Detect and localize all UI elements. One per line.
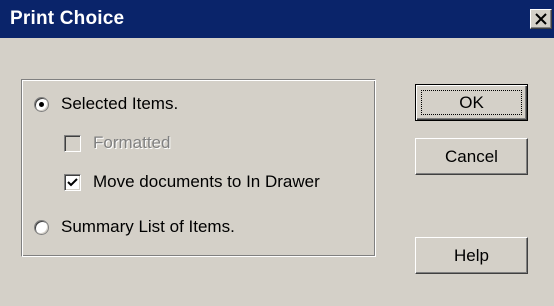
summary-list-radio-indicator[interactable] (34, 219, 49, 235)
checkmark-icon (67, 177, 78, 186)
help-button-label: Help (454, 245, 489, 265)
close-icon (535, 13, 547, 25)
cancel-button-label: Cancel (445, 146, 498, 166)
cancel-button[interactable]: Cancel (415, 138, 528, 175)
close-button[interactable] (530, 9, 552, 29)
move-documents-checkbox[interactable]: Move documents to In Drawer (64, 172, 320, 192)
selected-items-radio[interactable]: Selected Items. (34, 94, 178, 114)
selected-items-label: Selected Items. (61, 94, 179, 113)
move-documents-checkbox-box[interactable] (64, 173, 81, 191)
formatted-checkbox[interactable]: Formatted (64, 133, 170, 153)
summary-list-radio[interactable]: Summary List of Items. (34, 217, 235, 237)
title-bar[interactable]: Print Choice (0, 0, 554, 38)
formatted-label: Formatted (93, 133, 171, 152)
summary-list-label: Summary List of Items. (61, 217, 235, 236)
print-choice-dialog: Print Choice Selected Items. Formatted M… (0, 0, 554, 306)
move-documents-label: Move documents to In Drawer (93, 172, 320, 191)
selected-items-radio-indicator[interactable] (34, 96, 49, 112)
formatted-checkbox-box[interactable] (64, 134, 81, 152)
help-button[interactable]: Help (415, 237, 528, 274)
ok-button[interactable]: OK (415, 84, 528, 121)
focus-rectangle (421, 90, 522, 115)
dialog-title: Print Choice (10, 8, 125, 29)
